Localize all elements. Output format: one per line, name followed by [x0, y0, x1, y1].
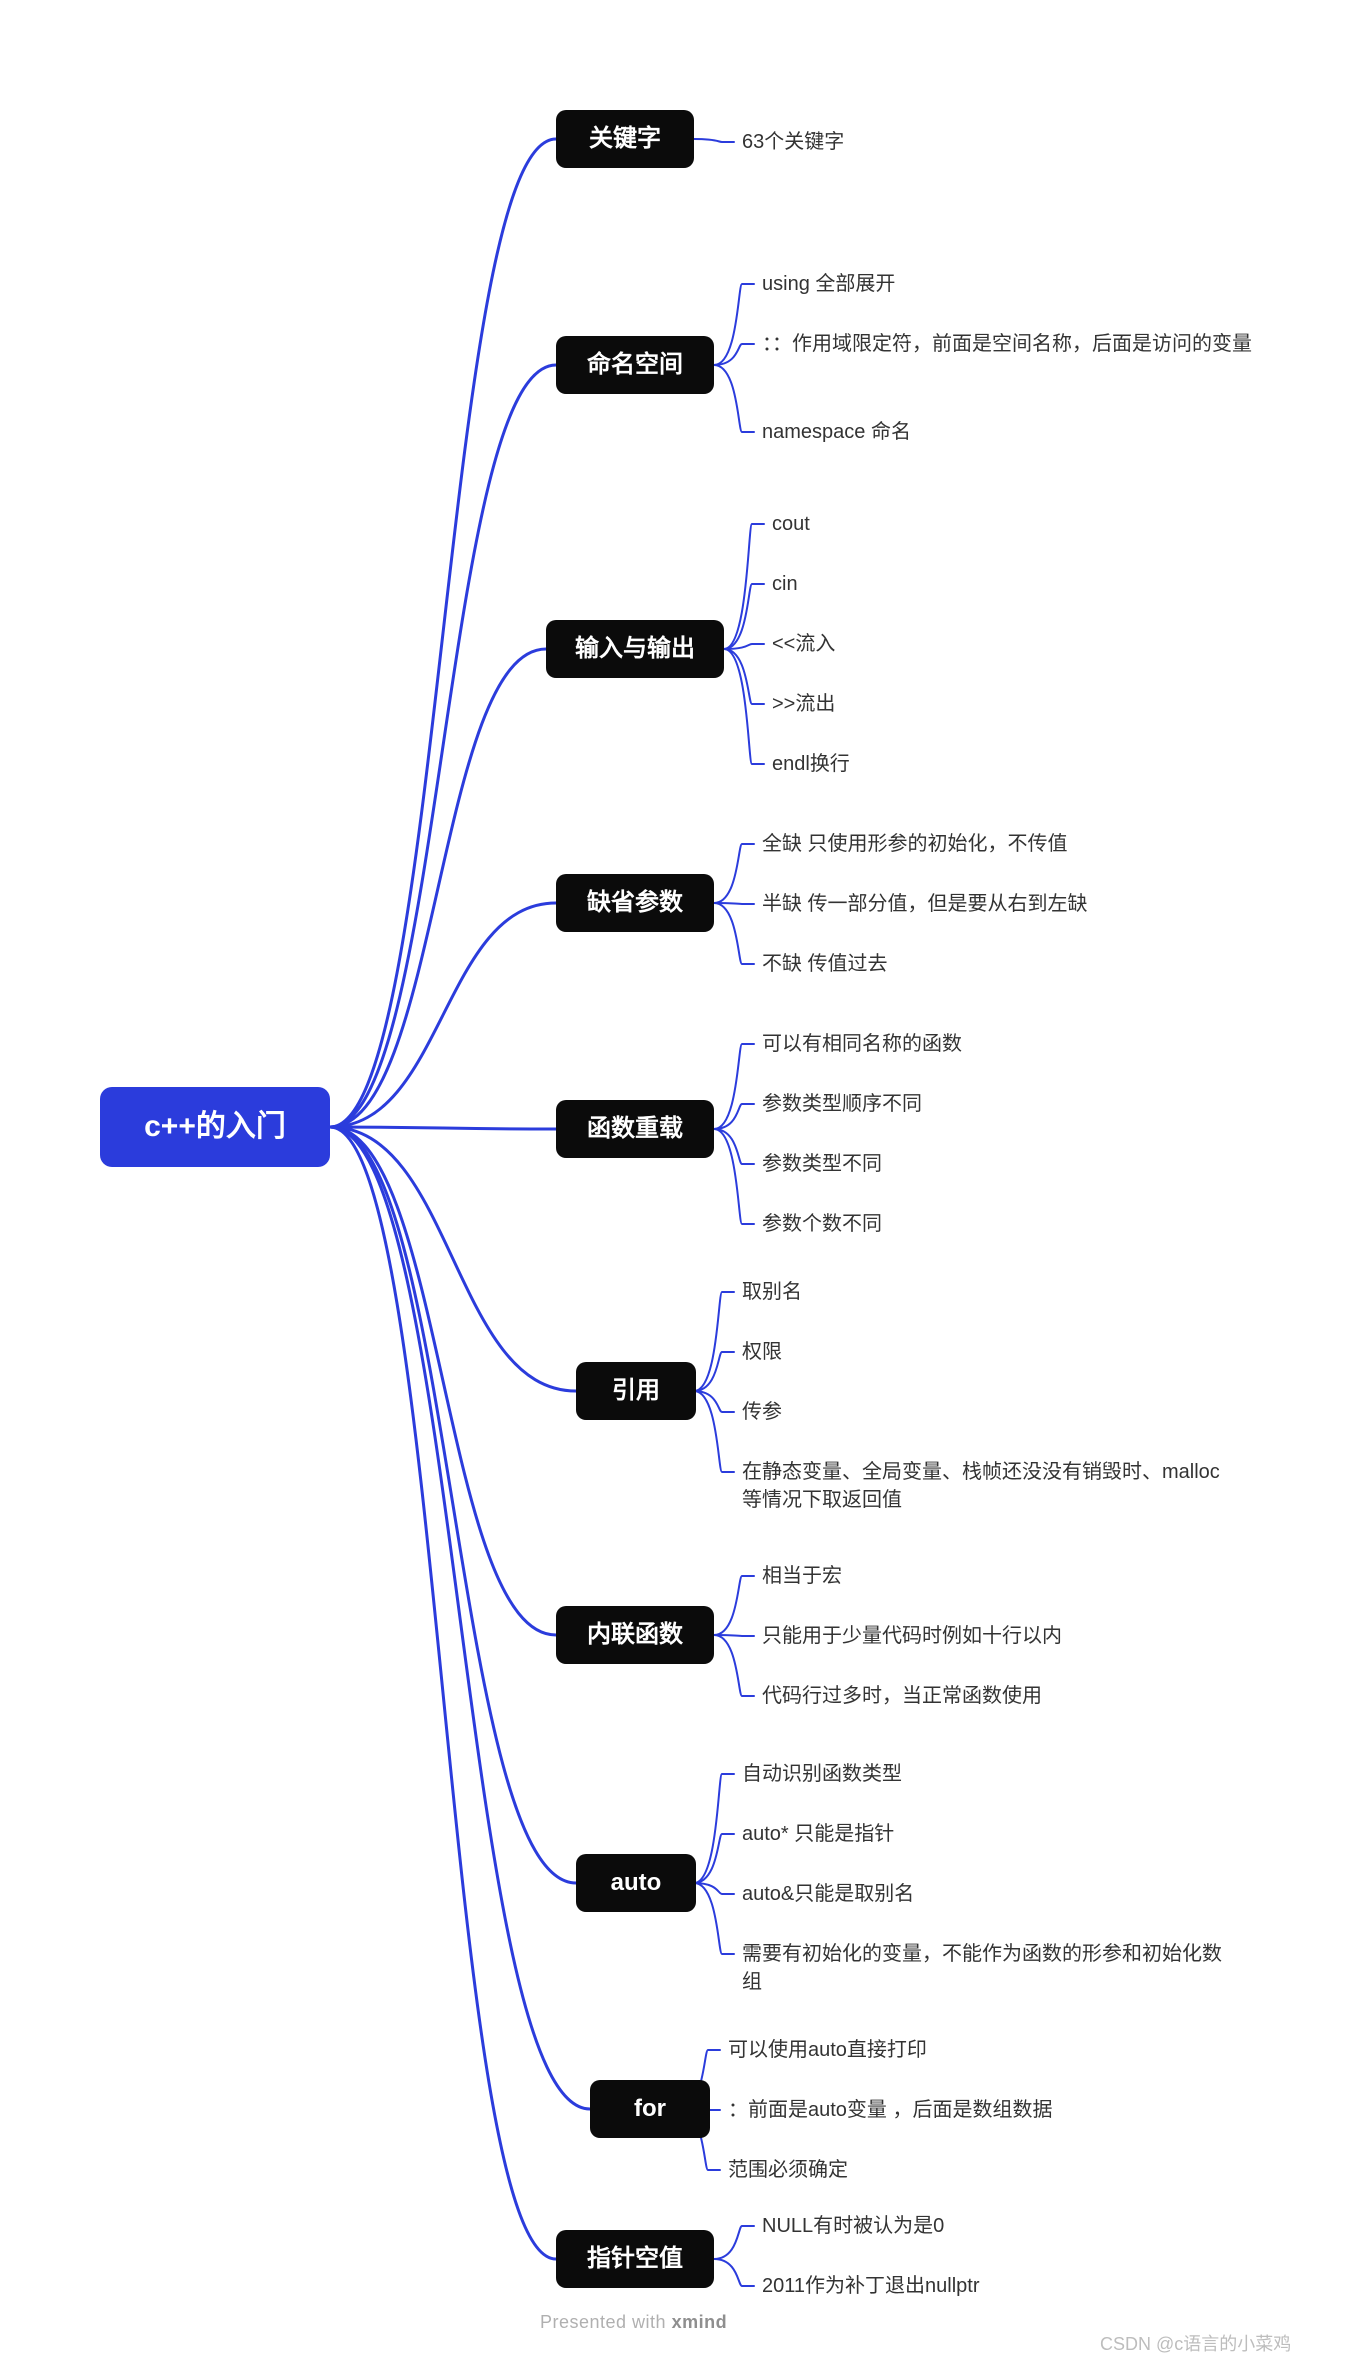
leaf-text: ：前面是auto变量 ，后面是数组数据 [728, 2096, 1052, 2124]
leaf-text: 需要有初始化的变量，不能作为函数的形参和初始化数组 [742, 1940, 1232, 1996]
leaf-text: 半缺 传一部分值，但是要从右到左缺 [762, 890, 1088, 918]
leaf-text: 取别名 [742, 1278, 802, 1306]
branch-label: for [634, 2095, 666, 2124]
branch-label: 函数重载 [587, 1115, 683, 1144]
branch-label: 关键字 [589, 125, 661, 154]
root-node: c++的入门 [100, 1087, 330, 1167]
branch-node-b4: 函数重载 [556, 1100, 714, 1158]
leaf-text: 权限 [742, 1338, 782, 1366]
leaf-text: 不缺 传值过去 [762, 950, 888, 978]
leaf-text: auto* 只能是指针 [742, 1820, 894, 1848]
leaf-text: NULL有时被认为是0 [762, 2212, 944, 2240]
leaf-text: 参数个数不同 [762, 1210, 882, 1238]
watermark: CSDN @c语言的小菜鸡 [1100, 2330, 1291, 2356]
branch-label: 指针空值 [587, 2245, 683, 2274]
leaf-text: 全缺 只使用形参的初始化，不传值 [762, 830, 1068, 858]
branch-node-b6: 内联函数 [556, 1606, 714, 1664]
leaf-text: using 全部展开 [762, 270, 895, 298]
branch-label: 缺省参数 [587, 889, 683, 918]
branch-node-b5: 引用 [576, 1362, 696, 1420]
leaf-text: 2011作为补丁退出nullptr [762, 2272, 979, 2300]
leaf-text: endl换行 [772, 750, 850, 778]
leaf-text: 相当于宏 [762, 1562, 842, 1590]
branch-node-b0: 关键字 [556, 110, 694, 168]
leaf-text: 只能用于少量代码时例如十行以内 [762, 1622, 1062, 1650]
leaf-text: 可以使用auto直接打印 [728, 2036, 927, 2064]
leaf-text: <<流入 [772, 630, 835, 658]
leaf-text: >>流出 [772, 690, 835, 718]
branch-label: 命名空间 [587, 351, 683, 380]
leaf-text: auto&只能是取别名 [742, 1880, 914, 1908]
branch-label: 引用 [612, 1377, 660, 1406]
branch-node-b7: auto [576, 1854, 696, 1912]
leaf-text: 传参 [742, 1398, 782, 1426]
leaf-text: 参数类型不同 [762, 1150, 882, 1178]
branch-label: auto [611, 1869, 662, 1898]
leaf-text: cout [772, 510, 810, 538]
branch-node-b3: 缺省参数 [556, 874, 714, 932]
leaf-text: 可以有相同名称的函数 [762, 1030, 962, 1058]
leaf-text: 范围必须确定 [728, 2156, 848, 2184]
leaf-text: 代码行过多时，当正常函数使用 [762, 1682, 1042, 1710]
branch-label: 内联函数 [587, 1621, 683, 1650]
leaf-text: 在静态变量、全局变量、栈帧还没没有销毁时、malloc等情况下取返回值 [742, 1458, 1232, 1514]
leaf-text: ：：作用域限定符，前面是空间名称，后面是访问的变量 [762, 330, 1252, 358]
leaf-text: cin [772, 570, 798, 598]
branch-label: 输入与输出 [575, 635, 695, 664]
leaf-text: namespace 命名 [762, 418, 911, 446]
branch-node-b8: for [590, 2080, 710, 2138]
branch-node-b2: 输入与输出 [546, 620, 724, 678]
leaf-text: 参数类型顺序不同 [762, 1090, 922, 1118]
branch-node-b9: 指针空值 [556, 2230, 714, 2288]
branch-node-b1: 命名空间 [556, 336, 714, 394]
leaf-text: 自动识别函数类型 [742, 1760, 902, 1788]
footer-prefix: Presented with [540, 2312, 672, 2332]
footer-brand: xmind [672, 2312, 728, 2332]
leaf-text: 63个关键字 [742, 128, 844, 156]
footer: Presented with xmind [540, 2312, 727, 2333]
root-label: c++的入门 [144, 1109, 286, 1145]
